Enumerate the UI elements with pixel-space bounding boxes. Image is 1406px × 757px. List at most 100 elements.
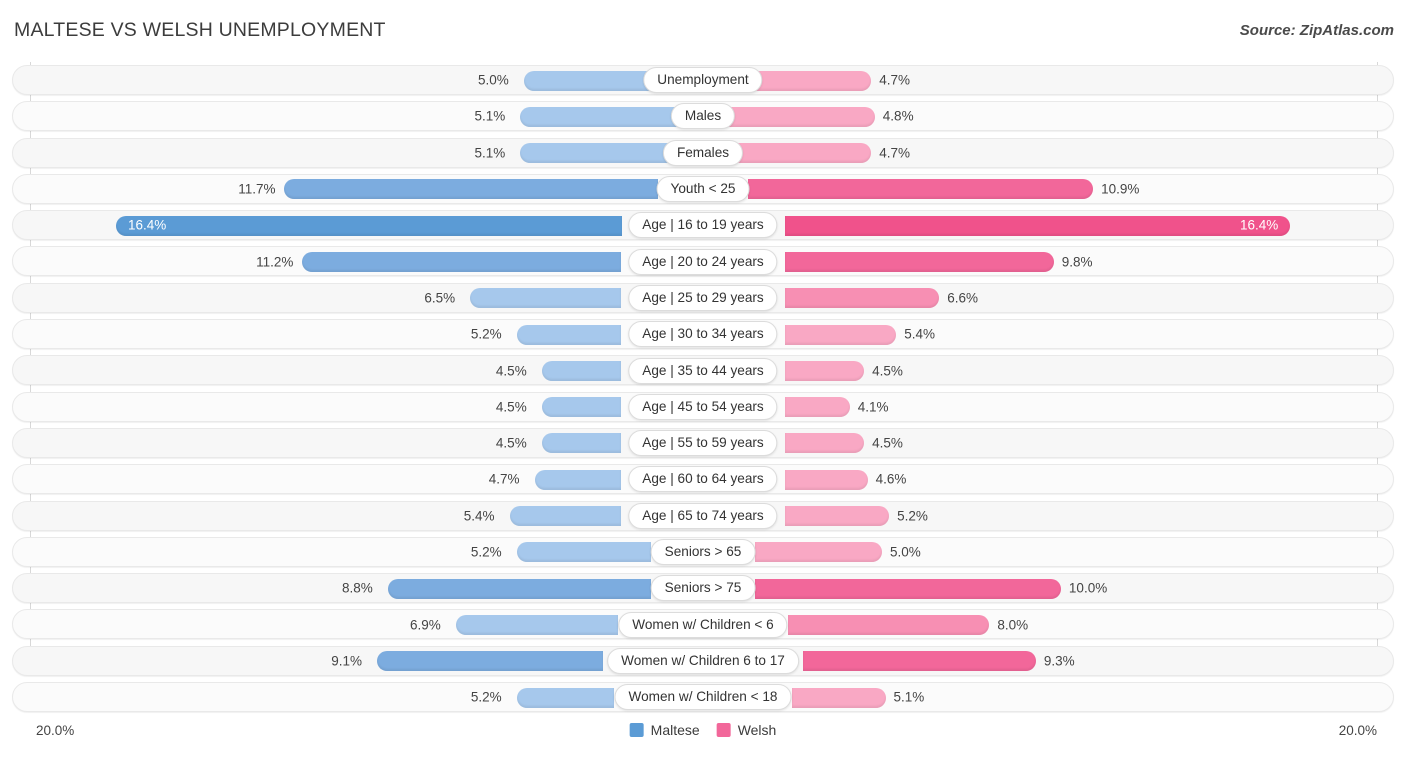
value-maltese: 5.1% [474,145,506,161]
value-welsh: 6.6% [947,290,978,306]
value-welsh: 5.1% [893,689,925,705]
category-label: Unemployment [643,67,763,94]
chart-footer: 20.0% 20.0% Maltese Welsh [0,719,1406,757]
bar-welsh [736,143,872,164]
category-label: Females [662,139,744,166]
value-welsh: 9.8% [1061,254,1093,270]
bar-maltese [388,578,651,599]
category-label: Women w/ Children 6 to 17 [607,647,799,674]
axis-label-left: 20.0% [36,723,75,738]
page-title: MALTESE VS WELSH UNEMPLOYMENT [14,19,386,41]
category-label: Age | 35 to 44 years [628,357,778,384]
axis-label-right: 20.0% [1338,723,1377,738]
bar-row: 8.8% 10.0% Seniors > 75 [0,570,1406,606]
bar-welsh [729,106,875,127]
bar-welsh [791,687,886,708]
bar-row: 5.1% 4.8% Males [0,98,1406,134]
bar-welsh [784,397,850,418]
bar-row: 5.2% 5.0% Seniors > 65 [0,534,1406,570]
value-welsh: 4.8% [882,108,914,124]
value-welsh: 8.0% [997,617,1029,633]
category-label: Age | 20 to 24 years [628,248,778,275]
bar-maltese [516,542,651,563]
bar-welsh [784,215,1290,236]
value-maltese: 4.5% [495,435,527,451]
bar-welsh [784,506,890,527]
legend-swatch-icon [716,723,731,737]
category-label: Women w/ Children < 18 [614,684,792,711]
value-maltese: 11.2% [256,254,294,270]
value-welsh: 5.2% [897,508,928,524]
bar-row: 11.7% 10.9% Youth < 25 [0,171,1406,207]
plot-area: 5.0% 4.7% Unemployment 5.1% 4.8% Males 5.1% 4.7… [0,62,1406,717]
bar-row: 5.2% 5.4% Age | 30 to 34 years [0,316,1406,352]
bar-welsh [755,70,872,91]
value-welsh: 4.6% [875,471,907,487]
bar-welsh [755,578,1061,599]
bar-maltese [520,143,670,164]
bar-maltese [520,106,677,127]
legend-item[interactable]: Welsh [716,722,777,738]
value-maltese: 5.2% [470,689,502,705]
bar-welsh [784,360,865,381]
value-welsh: 4.5% [872,363,903,379]
bar-row: 4.5% 4.1% Age | 45 to 54 years [0,389,1406,425]
bar-welsh [784,251,1054,272]
value-welsh: 10.9% [1101,181,1140,197]
bar-welsh [802,651,1036,672]
bar-row: 4.5% 4.5% Age | 55 to 59 years [0,425,1406,461]
legend-label: Maltese [650,722,700,738]
category-label: Seniors > 65 [650,539,756,565]
bar-row: 5.4% 5.2% Age | 65 to 74 years [0,498,1406,534]
value-maltese: 5.2% [470,544,502,560]
value-welsh: 4.1% [857,399,889,415]
category-label: Age | 60 to 64 years [628,466,778,493]
category-label: Age | 45 to 54 years [628,393,778,420]
category-label: Youth < 25 [656,176,750,203]
legend-swatch-icon [629,723,644,737]
value-maltese: 6.9% [410,617,441,633]
bar-welsh [784,288,940,309]
bar-maltese [516,687,615,708]
value-maltese: 9.1% [331,653,363,669]
bar-welsh [755,542,882,563]
bar-welsh [788,614,990,635]
bar-row: 5.0% 4.7% Unemployment [0,62,1406,98]
bar-welsh [784,469,868,490]
bar-row: 5.1% 4.7% Females [0,135,1406,171]
value-maltese: 4.5% [495,399,527,415]
category-label: Seniors > 75 [650,575,756,602]
value-welsh: 5.4% [904,326,936,342]
bar-welsh [784,433,865,454]
category-label: Age | 16 to 19 years [628,212,778,239]
value-maltese: 5.1% [474,108,506,124]
value-maltese: 5.4% [463,508,495,524]
bar-maltese [509,506,622,527]
value-welsh: 9.3% [1043,653,1075,669]
bar-maltese [377,651,604,672]
value-welsh: 4.5% [872,435,903,451]
bar-maltese [541,360,622,381]
value-maltese: 8.8% [342,580,373,596]
value-welsh: 4.7% [879,72,910,88]
value-maltese: 4.5% [495,363,527,379]
value-welsh: 5.0% [889,544,921,560]
legend-label: Welsh [737,722,777,738]
bar-maltese [470,288,622,309]
value-welsh: 10.0% [1068,580,1108,596]
legend-item[interactable]: Maltese [629,722,700,738]
source-attribution: Source: ZipAtlas.com [1239,22,1394,39]
bar-row: 5.2% 5.1% Women w/ Children < 18 [0,679,1406,715]
value-maltese: 4.7% [488,471,520,487]
value-maltese: 5.2% [470,326,502,342]
bar-maltese [284,179,659,200]
category-label: Age | 65 to 74 years [628,502,778,529]
bar-maltese [456,614,618,635]
value-maltese: 6.5% [424,290,456,306]
value-maltese: 16.4% [128,217,167,233]
category-label: Age | 55 to 59 years [628,430,778,457]
value-welsh: 4.7% [879,145,910,161]
bar-row: 4.5% 4.5% Age | 35 to 44 years [0,352,1406,388]
bar-row: 6.9% 8.0% Women w/ Children < 6 [0,606,1406,642]
bar-maltese [541,397,622,418]
